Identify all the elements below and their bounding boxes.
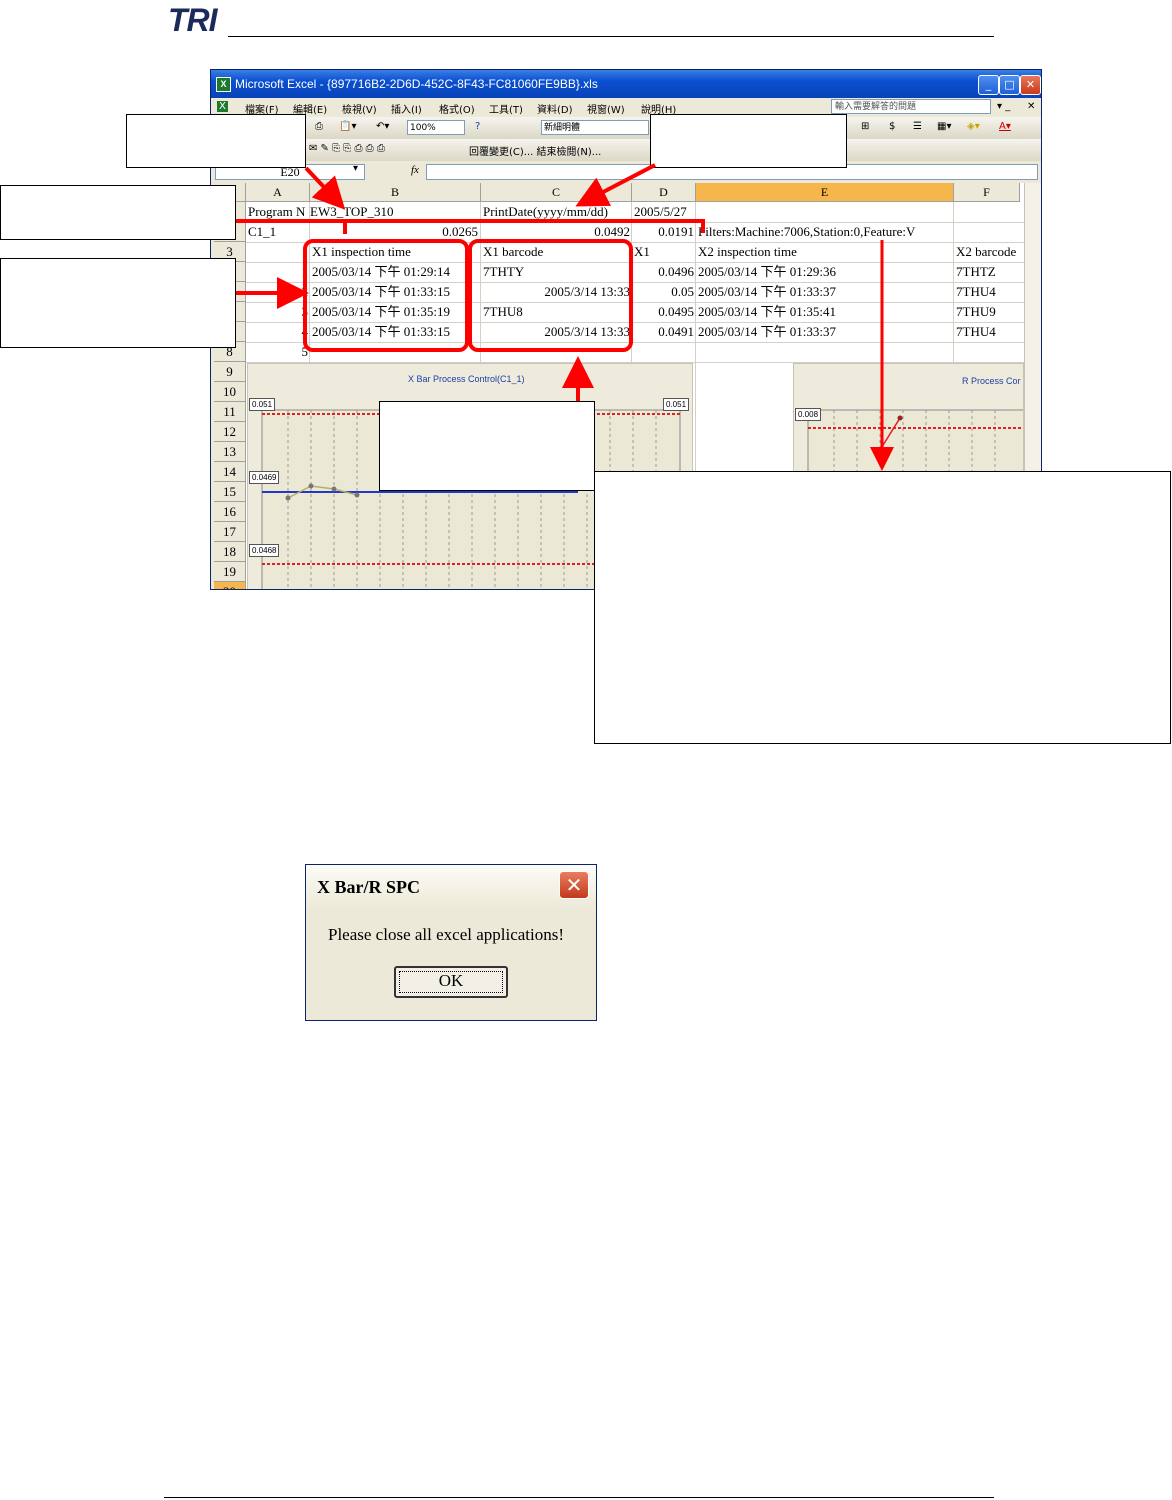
- bracket-spec: [236, 219, 705, 234]
- footer-rule: [164, 1497, 994, 1498]
- ok-button[interactable]: OK: [394, 966, 508, 998]
- dialog-message: Please close all excel applications!: [328, 925, 565, 944]
- arrow-program: [304, 166, 346, 210]
- dialog-title: X Bar/R SPC: [317, 877, 420, 897]
- dialog-titlebar: X Bar/R SPC ✕: [306, 865, 596, 909]
- arrow-printdate: [575, 163, 656, 207]
- spc-dialog: X Bar/R SPC ✕ Please close all excel app…: [305, 864, 597, 1021]
- dialog-close-icon[interactable]: ✕: [559, 871, 589, 899]
- ok-focus-rect: [399, 971, 503, 993]
- annotation-arrows: [236, 163, 894, 471]
